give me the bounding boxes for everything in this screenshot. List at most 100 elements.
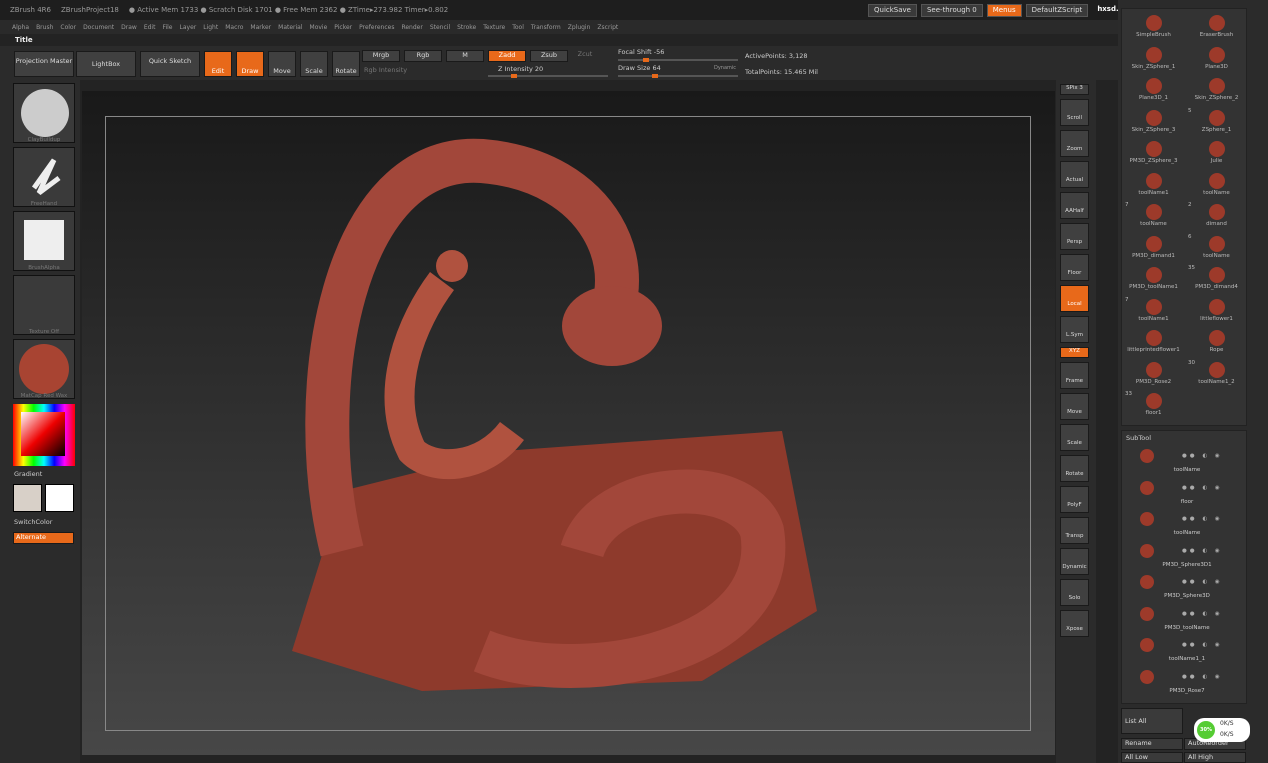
menu-item[interactable]: Draw xyxy=(121,24,137,31)
menu-item[interactable]: Document xyxy=(83,24,114,31)
zcut-button[interactable]: Zcut xyxy=(572,50,598,62)
quicksave-button[interactable]: QuickSave xyxy=(868,4,917,17)
focal-shift-slider[interactable] xyxy=(618,58,738,62)
zadd-button[interactable]: Zadd xyxy=(488,50,526,62)
subtool-item[interactable]: ●● ◐ ◉ PM3D_toolName xyxy=(1128,603,1246,634)
menu-item[interactable]: Light xyxy=(203,24,218,31)
menu-item[interactable]: Tool xyxy=(512,24,524,31)
right-tool-button[interactable]: Rotate xyxy=(1060,455,1089,482)
tool-item[interactable]: toolName xyxy=(1185,171,1248,202)
menu-item[interactable]: Render xyxy=(401,24,422,31)
menu-item[interactable]: Alpha xyxy=(12,24,29,31)
tool-item[interactable]: EraserBrush xyxy=(1185,13,1248,44)
menu-item[interactable]: Material xyxy=(278,24,302,31)
right-tool-button[interactable]: Local xyxy=(1060,285,1089,312)
right-tool-button[interactable]: Frame xyxy=(1060,362,1089,389)
menu-item[interactable]: Movie xyxy=(310,24,328,31)
m-button[interactable]: M xyxy=(446,50,484,62)
right-tool-button[interactable]: Scale xyxy=(1060,424,1089,451)
mrgb-button[interactable]: Mrgb xyxy=(362,50,400,62)
tool-item[interactable]: toolName1_2 30 xyxy=(1185,360,1248,391)
tool-item[interactable]: Skin_ZSphere_1 xyxy=(1122,45,1185,76)
color-picker[interactable] xyxy=(13,404,75,466)
subtool-item[interactable]: ●● ◐ ◉ floor xyxy=(1128,477,1246,508)
right-tool-button[interactable]: AAHalf xyxy=(1060,192,1089,219)
stroke-slot[interactable]: FreeHand xyxy=(13,147,75,207)
tool-item[interactable]: SimpleBrush xyxy=(1122,13,1185,44)
rename-button[interactable]: Rename xyxy=(1121,738,1183,750)
tool-item[interactable]: toolName 7 xyxy=(1122,202,1185,233)
right-tool-button[interactable]: Scroll xyxy=(1060,99,1089,126)
menu-item[interactable]: Texture xyxy=(483,24,505,31)
right-tool-button[interactable]: Xpose xyxy=(1060,610,1089,637)
tool-item[interactable]: PM3D_dimand4 35 xyxy=(1185,265,1248,296)
subtool-item[interactable]: ●● ◐ ◉ PM3D_Sphere3D1 xyxy=(1128,540,1246,571)
menu-item[interactable]: Transform xyxy=(531,24,561,31)
tool-item[interactable]: PM3D_dimand1 xyxy=(1122,234,1185,265)
quick-sketch-button[interactable]: Quick Sketch xyxy=(140,51,200,77)
default-zscript-button[interactable]: DefaultZScript xyxy=(1025,4,1089,17)
canvas-viewport[interactable] xyxy=(82,91,1055,755)
all-low-button[interactable]: All Low xyxy=(1121,752,1183,763)
z-intensity-knob[interactable] xyxy=(510,74,517,78)
scale-button[interactable]: Scale xyxy=(300,51,328,77)
right-tool-button[interactable]: Zoom xyxy=(1060,130,1089,157)
right-tool-button[interactable]: Floor xyxy=(1060,254,1089,281)
tool-item[interactable]: PM3D_Rose2 xyxy=(1122,360,1185,391)
projection-master-button[interactable]: Projection Master xyxy=(14,51,74,77)
menu-item[interactable]: Picker xyxy=(334,24,352,31)
eye-icon[interactable]: ●● ◐ ◉ xyxy=(1182,548,1223,554)
subtool-item[interactable]: ●● ◐ ◉ toolName xyxy=(1128,508,1246,539)
tool-item[interactable]: littleflower1 xyxy=(1185,297,1248,328)
tool-item[interactable]: Plane3D_1 xyxy=(1122,76,1185,107)
draw-button[interactable]: Draw xyxy=(236,51,264,77)
right-tool-button[interactable]: SPix 3 xyxy=(1060,84,1089,95)
rotate-button[interactable]: Rotate xyxy=(332,51,360,77)
right-tool-button[interactable]: Persp xyxy=(1060,223,1089,250)
eye-icon[interactable]: ●● ◐ ◉ xyxy=(1182,611,1223,617)
eye-icon[interactable]: ●● ◐ ◉ xyxy=(1182,674,1223,680)
tool-item[interactable]: floor1 33 xyxy=(1122,391,1185,422)
move-button[interactable]: Move xyxy=(268,51,296,77)
eye-icon[interactable]: ●● ◐ ◉ xyxy=(1182,642,1223,648)
menu-item[interactable]: Stencil xyxy=(430,24,450,31)
tool-item[interactable]: toolName1 xyxy=(1122,171,1185,202)
list-all-button[interactable]: List All xyxy=(1121,708,1183,734)
menu-item[interactable]: Preferences xyxy=(359,24,394,31)
tool-item[interactable]: Skin_ZSphere_2 xyxy=(1185,76,1248,107)
menu-item[interactable]: Brush xyxy=(36,24,53,31)
all-high-button[interactable]: All High xyxy=(1184,752,1246,763)
tool-item[interactable]: ZSphere_1 5 xyxy=(1185,108,1248,139)
texture-slot[interactable]: Texture Off xyxy=(13,275,75,335)
subtool-item[interactable]: ●● ◐ ◉ toolName1_1 xyxy=(1128,634,1246,665)
tool-item[interactable]: toolName 6 xyxy=(1185,234,1248,265)
right-tool-button[interactable]: L.Sym xyxy=(1060,316,1089,343)
zsub-button[interactable]: Zsub xyxy=(530,50,568,62)
switch-color-button[interactable]: SwitchColor xyxy=(14,518,52,526)
right-tool-button[interactable]: Actual xyxy=(1060,161,1089,188)
menu-item[interactable]: Stroke xyxy=(457,24,476,31)
menus-button[interactable]: Menus xyxy=(986,4,1022,17)
tool-item[interactable]: dimand 2 xyxy=(1185,202,1248,233)
tool-item[interactable]: PM3D_ZSphere_3 xyxy=(1122,139,1185,170)
tool-item[interactable]: toolName1 7 xyxy=(1122,297,1185,328)
tool-item[interactable]: Skin_ZSphere_3 xyxy=(1122,108,1185,139)
right-tool-button[interactable]: PolyF xyxy=(1060,486,1089,513)
subtool-item[interactable]: ●● ◐ ◉ PM3D_Sphere3D xyxy=(1128,571,1246,602)
eye-icon[interactable]: ●● ◐ ◉ xyxy=(1182,516,1223,522)
right-tool-button[interactable]: Solo xyxy=(1060,579,1089,606)
menu-item[interactable]: Zplugin xyxy=(568,24,591,31)
menu-item[interactable]: Edit xyxy=(144,24,156,31)
subtool-item[interactable]: ●● ◐ ◉ PM3D_Rose7 xyxy=(1128,666,1246,697)
draw-size-slider[interactable] xyxy=(618,74,738,78)
tool-item[interactable]: PM3D_toolName1 xyxy=(1122,265,1185,296)
dynamic-toggle[interactable]: Dynamic xyxy=(714,65,736,71)
menu-item[interactable]: Layer xyxy=(180,24,197,31)
brush-slot[interactable]: ClayBuildup xyxy=(13,83,75,143)
color-saturation-square[interactable] xyxy=(21,412,65,456)
tool-item[interactable]: Julie xyxy=(1185,139,1248,170)
lightbox-button[interactable]: LightBox xyxy=(76,51,136,77)
alternate-button[interactable]: Alternate xyxy=(13,532,74,544)
subtool-item[interactable]: ●● ◐ ◉ toolName xyxy=(1128,445,1246,476)
menu-item[interactable]: Zscript xyxy=(597,24,618,31)
